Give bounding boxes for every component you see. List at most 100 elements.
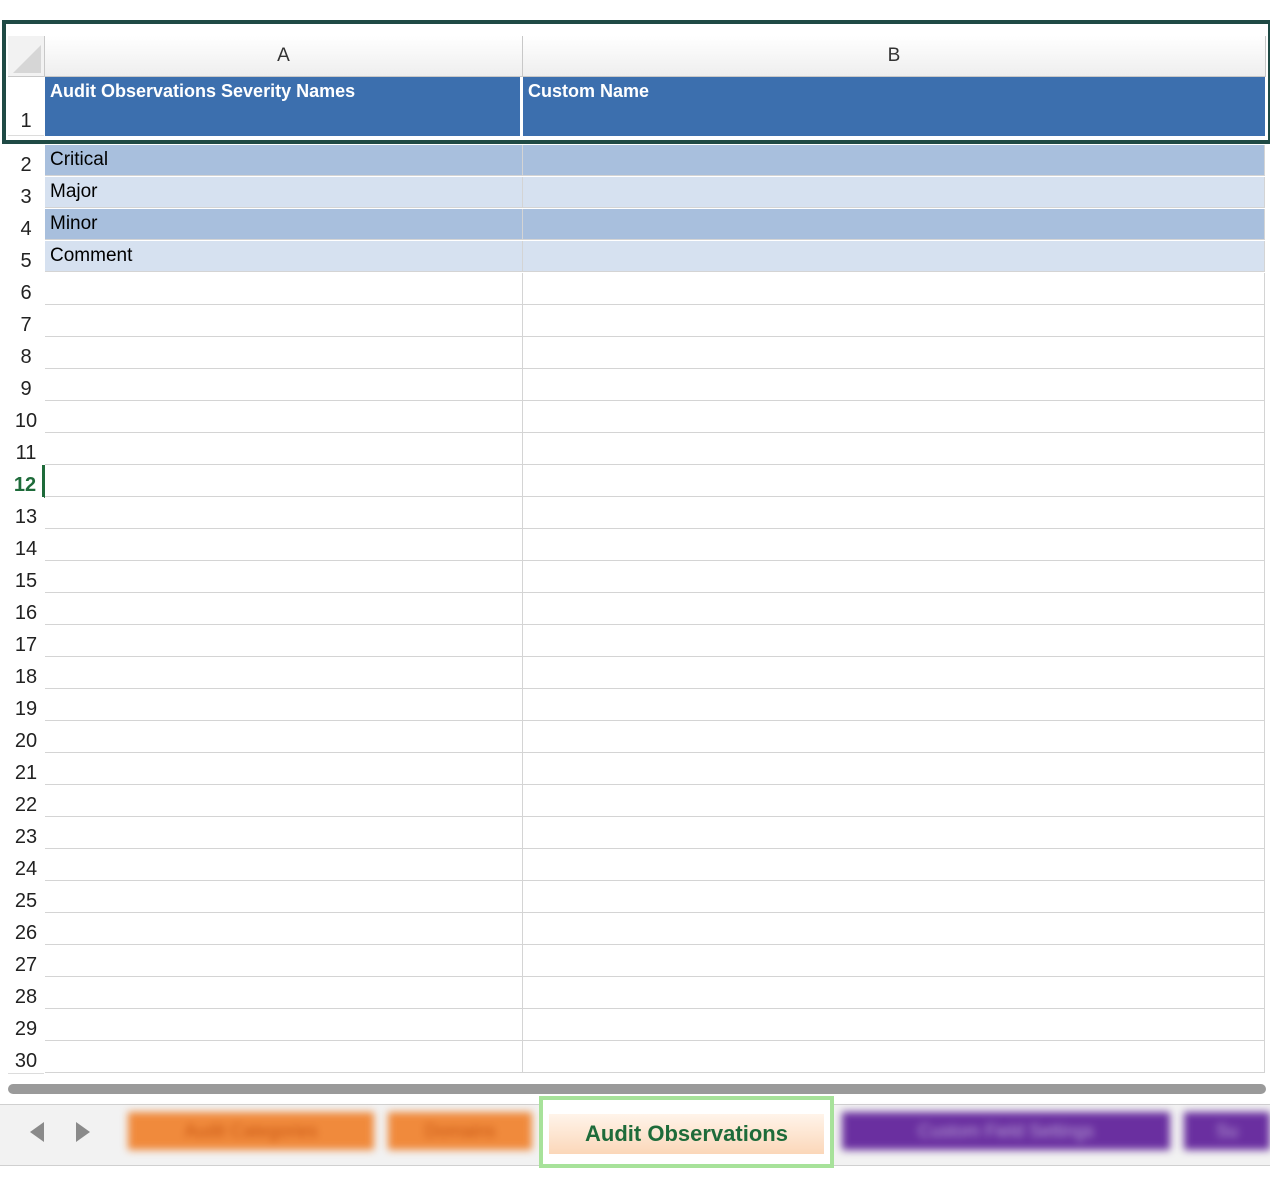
cell-a4[interactable]: Minor	[45, 209, 523, 240]
sheet-tab-audit-observations[interactable]: Audit Observations	[539, 1096, 834, 1168]
row-header-12[interactable]: 12	[8, 465, 45, 498]
cell-a1[interactable]: Audit Observations Severity Names	[45, 77, 522, 136]
cell-a17[interactable]	[45, 625, 523, 657]
sheet-tab-custom-field-settings[interactable]: Custom Field Settings	[842, 1112, 1170, 1150]
cell-b8[interactable]	[523, 337, 1265, 369]
cell-a24[interactable]	[45, 849, 523, 881]
cell-a14[interactable]	[45, 529, 523, 561]
cell-a18[interactable]	[45, 657, 523, 689]
cell-b2[interactable]	[523, 145, 1265, 176]
cell-b11[interactable]	[523, 433, 1265, 465]
cell-a19[interactable]	[45, 689, 523, 721]
row-header-30[interactable]: 30	[8, 1041, 44, 1074]
cell-a20[interactable]	[45, 721, 523, 753]
row-header-13[interactable]: 13	[8, 497, 44, 530]
row-header-8[interactable]: 8	[8, 337, 44, 370]
cell-a7[interactable]	[45, 305, 523, 337]
cell-b26[interactable]	[523, 913, 1265, 945]
cell-a23[interactable]	[45, 817, 523, 849]
row-header-19[interactable]: 19	[8, 689, 44, 722]
cell-b18[interactable]	[523, 657, 1265, 689]
row-header-28[interactable]: 28	[8, 977, 44, 1010]
cell-a10[interactable]	[45, 401, 523, 433]
row-header-18[interactable]: 18	[8, 657, 44, 690]
cell-b17[interactable]	[523, 625, 1265, 657]
cell-b24[interactable]	[523, 849, 1265, 881]
cell-b28[interactable]	[523, 977, 1265, 1009]
row-header-20[interactable]: 20	[8, 721, 44, 754]
row-header-26[interactable]: 26	[8, 913, 44, 946]
row-header-7[interactable]: 7	[8, 305, 44, 338]
chevron-left-icon[interactable]	[30, 1122, 44, 1142]
cell-b6[interactable]	[523, 273, 1265, 305]
cell-b15[interactable]	[523, 561, 1265, 593]
row-header-14[interactable]: 14	[8, 529, 44, 562]
cell-a26[interactable]	[45, 913, 523, 945]
cell-a5[interactable]: Comment	[45, 241, 523, 272]
cell-a2[interactable]: Critical	[45, 145, 523, 176]
cell-b12[interactable]	[523, 465, 1265, 497]
sheet-tab-domains[interactable]: Domains	[388, 1112, 532, 1150]
row-header-17[interactable]: 17	[8, 625, 44, 658]
cell-b23[interactable]	[523, 817, 1265, 849]
sheet-tab-audit-categories[interactable]: Audit Categories	[128, 1112, 374, 1150]
row-header-15[interactable]: 15	[8, 561, 44, 594]
cell-a16[interactable]	[45, 593, 523, 625]
cell-a9[interactable]	[45, 369, 523, 401]
cell-b5[interactable]	[523, 241, 1265, 272]
cell-b21[interactable]	[523, 753, 1265, 785]
cell-b16[interactable]	[523, 593, 1265, 625]
row-header-3[interactable]: 3	[8, 177, 44, 210]
column-header-a[interactable]: A	[45, 36, 523, 77]
cell-a28[interactable]	[45, 977, 523, 1009]
cell-a30[interactable]	[45, 1041, 523, 1073]
column-header-b[interactable]: B	[523, 36, 1266, 77]
row-header-29[interactable]: 29	[8, 1009, 44, 1042]
cell-a25[interactable]	[45, 881, 523, 913]
cell-b13[interactable]	[523, 497, 1265, 529]
cell-a12[interactable]	[45, 465, 523, 497]
cell-b30[interactable]	[523, 1041, 1265, 1073]
horizontal-scrollbar[interactable]	[8, 1084, 1266, 1094]
cell-a13[interactable]	[45, 497, 523, 529]
row-header-24[interactable]: 24	[8, 849, 44, 882]
row-header-16[interactable]: 16	[8, 593, 44, 626]
row-header-23[interactable]: 23	[8, 817, 44, 850]
row-header-9[interactable]: 9	[8, 369, 44, 402]
row-header-6[interactable]: 6	[8, 273, 44, 306]
cell-b20[interactable]	[523, 721, 1265, 753]
row-header-27[interactable]: 27	[8, 945, 44, 978]
cell-a27[interactable]	[45, 945, 523, 977]
cell-a3[interactable]: Major	[45, 177, 523, 208]
cell-b3[interactable]	[523, 177, 1265, 208]
row-header-10[interactable]: 10	[8, 401, 44, 434]
select-all-corner[interactable]	[8, 36, 45, 77]
cell-b10[interactable]	[523, 401, 1265, 433]
cell-b4[interactable]	[523, 209, 1265, 240]
row-header-1[interactable]: 1	[8, 77, 44, 136]
cell-b22[interactable]	[523, 785, 1265, 817]
cell-b27[interactable]	[523, 945, 1265, 977]
sheet-tab-more[interactable]: Su	[1184, 1112, 1270, 1150]
chevron-right-icon[interactable]	[76, 1122, 90, 1142]
row-header-25[interactable]: 25	[8, 881, 44, 914]
cell-b25[interactable]	[523, 881, 1265, 913]
cell-b7[interactable]	[523, 305, 1265, 337]
cell-b19[interactable]	[523, 689, 1265, 721]
cell-a6[interactable]	[45, 273, 523, 305]
cell-a29[interactable]	[45, 1009, 523, 1041]
row-header-2[interactable]: 2	[8, 145, 44, 178]
row-header-21[interactable]: 21	[8, 753, 44, 786]
row-header-5[interactable]: 5	[8, 241, 44, 274]
cell-b1[interactable]: Custom Name	[523, 77, 1265, 136]
cell-a15[interactable]	[45, 561, 523, 593]
cell-a8[interactable]	[45, 337, 523, 369]
row-header-22[interactable]: 22	[8, 785, 44, 818]
cell-b14[interactable]	[523, 529, 1265, 561]
cell-a21[interactable]	[45, 753, 523, 785]
cell-b29[interactable]	[523, 1009, 1265, 1041]
cell-b9[interactable]	[523, 369, 1265, 401]
row-header-11[interactable]: 11	[8, 433, 44, 466]
cell-a22[interactable]	[45, 785, 523, 817]
cell-a11[interactable]	[45, 433, 523, 465]
